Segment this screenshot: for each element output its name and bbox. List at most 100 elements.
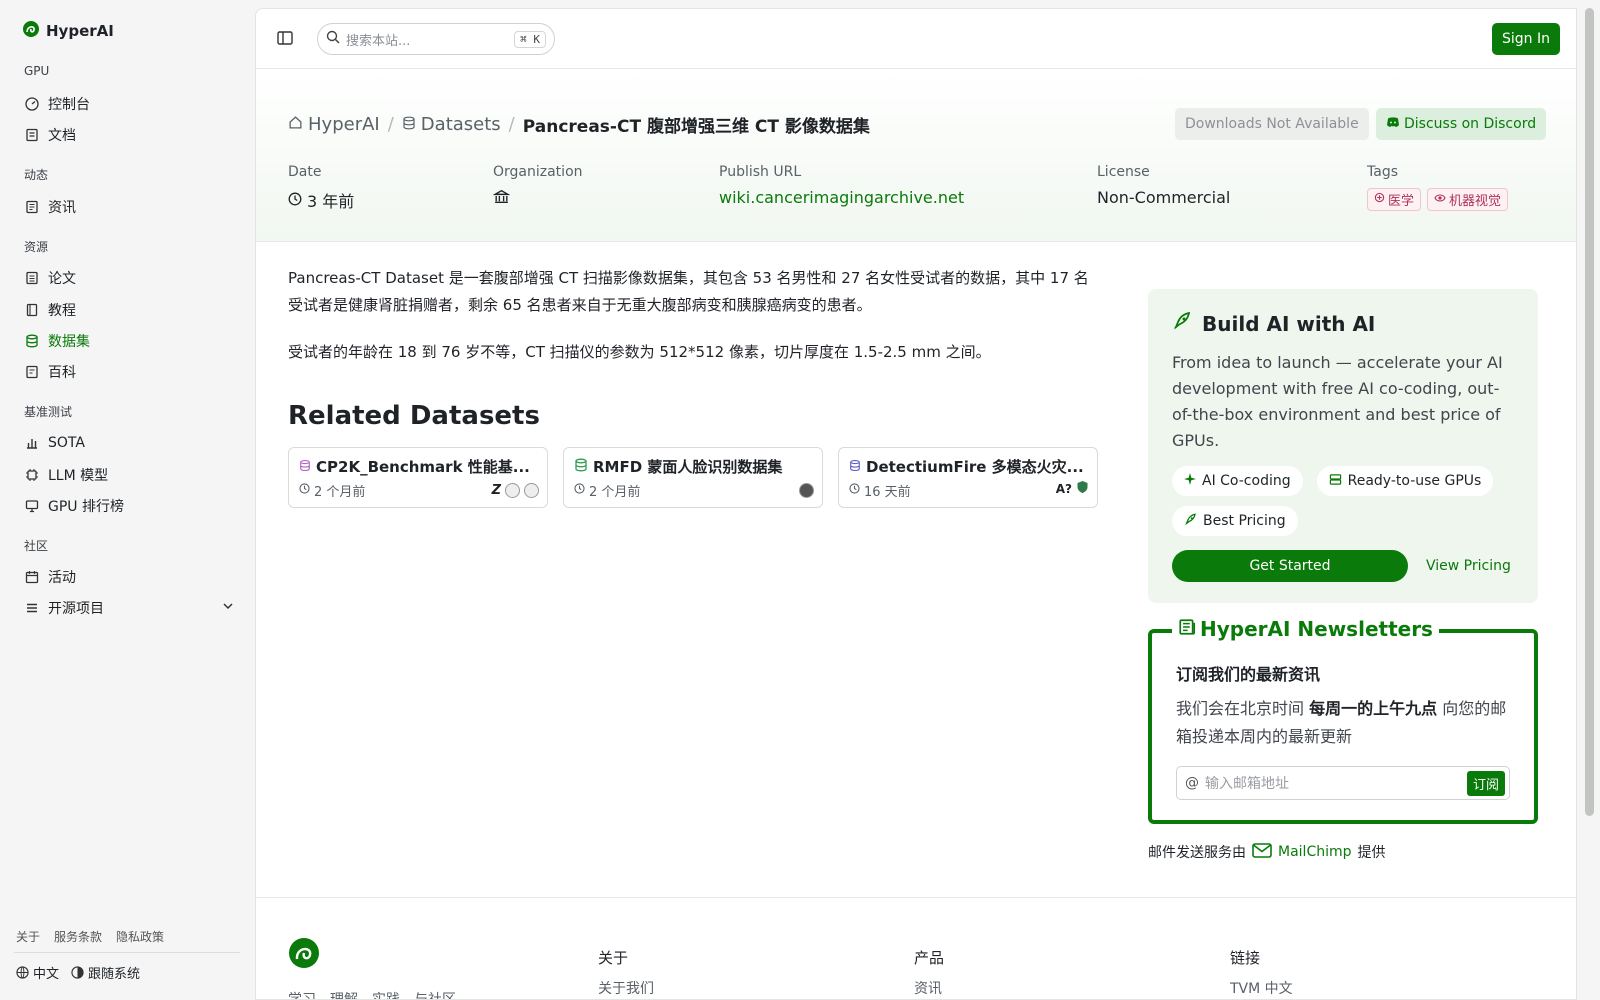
sidebar-item-docs[interactable]: 文档 [24, 121, 234, 149]
sidebar-item-tutorials[interactable]: 教程 [24, 296, 234, 324]
sidebar-item-papers[interactable]: 论文 [24, 264, 234, 292]
sidebar-item-opensource[interactable]: 开源项目 [24, 594, 234, 622]
newsletter-text: 我们会在北京时间 每周一的上午九点 向您的邮箱投递本周内的最新更新 [1176, 695, 1510, 751]
rocket-icon [1184, 512, 1197, 530]
sidebar-item-label: 开源项目 [48, 601, 104, 617]
tag-vision[interactable]: 机器视觉 [1427, 188, 1509, 211]
email-placeholder: 输入邮箱地址 [1205, 776, 1289, 792]
database-icon [402, 114, 416, 135]
newsletter-title: HyperAI Newsletters [1172, 617, 1439, 641]
footer-link[interactable]: 关于我们 [598, 978, 654, 998]
breadcrumb-datasets[interactable]: Datasets [402, 114, 501, 135]
footer-link[interactable]: TVM 中文 [1230, 978, 1293, 998]
breadcrumb-home[interactable]: HyperAI [288, 114, 380, 135]
server-icon [1329, 473, 1342, 490]
sidebar-item-console[interactable]: 控制台 [24, 90, 234, 118]
sidebar-item-wiki[interactable]: 百科 [24, 358, 234, 386]
card-org-logos [799, 483, 814, 498]
sidebar-item-datasets[interactable]: 数据集 [24, 327, 234, 355]
book-icon [24, 302, 40, 318]
get-started-button[interactable]: Get Started [1172, 550, 1408, 582]
footer-learn-link[interactable]: 实践 [372, 989, 400, 999]
sidebar-item-gpu-rank[interactable]: GPU 排行榜 [24, 492, 234, 520]
clock-icon [299, 483, 310, 498]
page-title: Pancreas-CT 腹部增强三维 CT 影像数据集 [522, 117, 870, 137]
email-field[interactable]: @ 输入邮箱地址 订阅 [1176, 766, 1510, 800]
gauge-icon [24, 96, 40, 112]
tag-label: 医学 [1388, 194, 1415, 209]
sidebar-item-llm[interactable]: LLM 模型 [24, 461, 234, 489]
related-card[interactable]: DetectiumFire 多模态火灾... 16 天前 A? [838, 447, 1098, 508]
scrollbar-thumb[interactable] [1585, 8, 1594, 816]
footer-col-products: 产品 资讯 [914, 947, 944, 998]
mailchimp-label: MailChimp [1278, 844, 1352, 860]
newsletter-subtitle: 订阅我们的最新资讯 [1176, 665, 1321, 684]
sidebar-item-news[interactable]: 资讯 [24, 193, 234, 221]
breadcrumb-datasets-label: Datasets [420, 114, 501, 135]
clock-icon [574, 483, 585, 498]
sidebar-item-label: 控制台 [48, 97, 90, 113]
search-placeholder: 搜索本站... [346, 33, 411, 49]
newsletter-title-text: HyperAI Newsletters [1200, 617, 1433, 641]
breadcrumb: HyperAI / Datasets / Pancreas-CT 腹部增强三维 … [288, 112, 870, 137]
sidebar-toggle-icon[interactable] [276, 29, 296, 49]
card-title: RMFD 蒙面人脸识别数据集 [574, 456, 812, 477]
footer-heading: 关于 [598, 949, 629, 967]
footer-link[interactable]: 资讯 [914, 978, 944, 998]
database-icon [574, 458, 588, 476]
card-title-text: DetectiumFire 多模态火灾... [866, 458, 1084, 476]
rocket-icon [1172, 311, 1192, 336]
related-card[interactable]: CP2K_Benchmark 性能基... 2 个月前 Z [288, 447, 548, 508]
org-logo-icon: Z [491, 483, 501, 498]
footer-learn-link[interactable]: 与社区 [414, 989, 456, 999]
sidebar-item-sota[interactable]: SOTA [24, 429, 234, 457]
news-icon [24, 199, 40, 215]
signin-button[interactable]: Sign In [1492, 23, 1560, 55]
publish-url-link[interactable]: wiki.cancerimagingarchive.net [719, 188, 964, 207]
meta-url-label: Publish URL [719, 164, 802, 180]
globe-icon [16, 966, 29, 979]
brand[interactable]: HyperAI [22, 20, 114, 42]
tag-medical[interactable]: 医学 [1367, 188, 1422, 211]
discord-button[interactable]: Discuss on Discord [1376, 108, 1547, 140]
build-title-text: Build AI with AI [1202, 311, 1376, 336]
database-icon [849, 458, 861, 476]
subscribe-button[interactable]: 订阅 [1466, 770, 1505, 796]
related-card[interactable]: RMFD 蒙面人脸识别数据集 2 个月前 [563, 447, 823, 508]
card-time: 2 个月前 [574, 481, 812, 500]
build-ai-card: Build AI with AI From idea to launch — a… [1148, 289, 1538, 603]
view-pricing-link[interactable]: View Pricing [1426, 558, 1511, 574]
sidebar-item-events[interactable]: 活动 [24, 563, 234, 591]
newsletter-box: HyperAI Newsletters 订阅我们的最新资讯 我们会在北京时间 每… [1148, 617, 1538, 824]
org-logo-icon: A? [1055, 482, 1072, 496]
footer-learn-link[interactable]: 学习 [288, 989, 316, 999]
sidebar-item-label: 教程 [48, 303, 76, 319]
bar-chart-icon [24, 435, 40, 451]
theme-selector[interactable]: 跟随系统 [71, 963, 140, 982]
mailchimp-link[interactable]: MailChimp [1252, 842, 1352, 862]
chevron-down-icon[interactable] [222, 600, 234, 616]
language-selector[interactable]: 中文 [16, 963, 59, 982]
mailchimp-credit: 邮件发送服务由 MailChimp 提供 [1148, 842, 1386, 862]
footer-link-about[interactable]: 关于 [16, 928, 40, 945]
chip-icon [24, 467, 40, 483]
sidebar-item-label: 论文 [48, 271, 76, 287]
chip-label: Ready-to-use GPUs [1347, 473, 1482, 489]
paper-icon [24, 270, 40, 286]
footer-learn-link[interactable]: 理解 [330, 989, 358, 999]
footer-link-privacy[interactable]: 隐私政策 [116, 928, 164, 945]
footer-link-terms[interactable]: 服务条款 [54, 928, 102, 945]
discord-icon [1386, 116, 1400, 132]
theme-label: 跟随系统 [88, 967, 141, 982]
sidebar: HyperAI GPU 控制台 文档 动态 资讯 资源 论文 教程 数据集 百科… [0, 0, 255, 1000]
search-icon [326, 30, 340, 48]
footer-col-links: 链接 TVM 中文 [1230, 947, 1293, 998]
meta-url: Publish URL wiki.cancerimagingarchive.ne… [719, 164, 964, 207]
database-icon [24, 333, 40, 349]
dataset-header: HyperAI / Datasets / Pancreas-CT 腹部增强三维 … [256, 70, 1576, 242]
sidebar-section-news: 动态 [24, 168, 49, 182]
search-input[interactable]: 搜索本站... ⌘ K [317, 23, 555, 55]
card-org-logos: A? [1056, 480, 1089, 498]
downloads-button: Downloads Not Available [1175, 108, 1369, 140]
provided-suffix: 提供 [1357, 845, 1386, 861]
